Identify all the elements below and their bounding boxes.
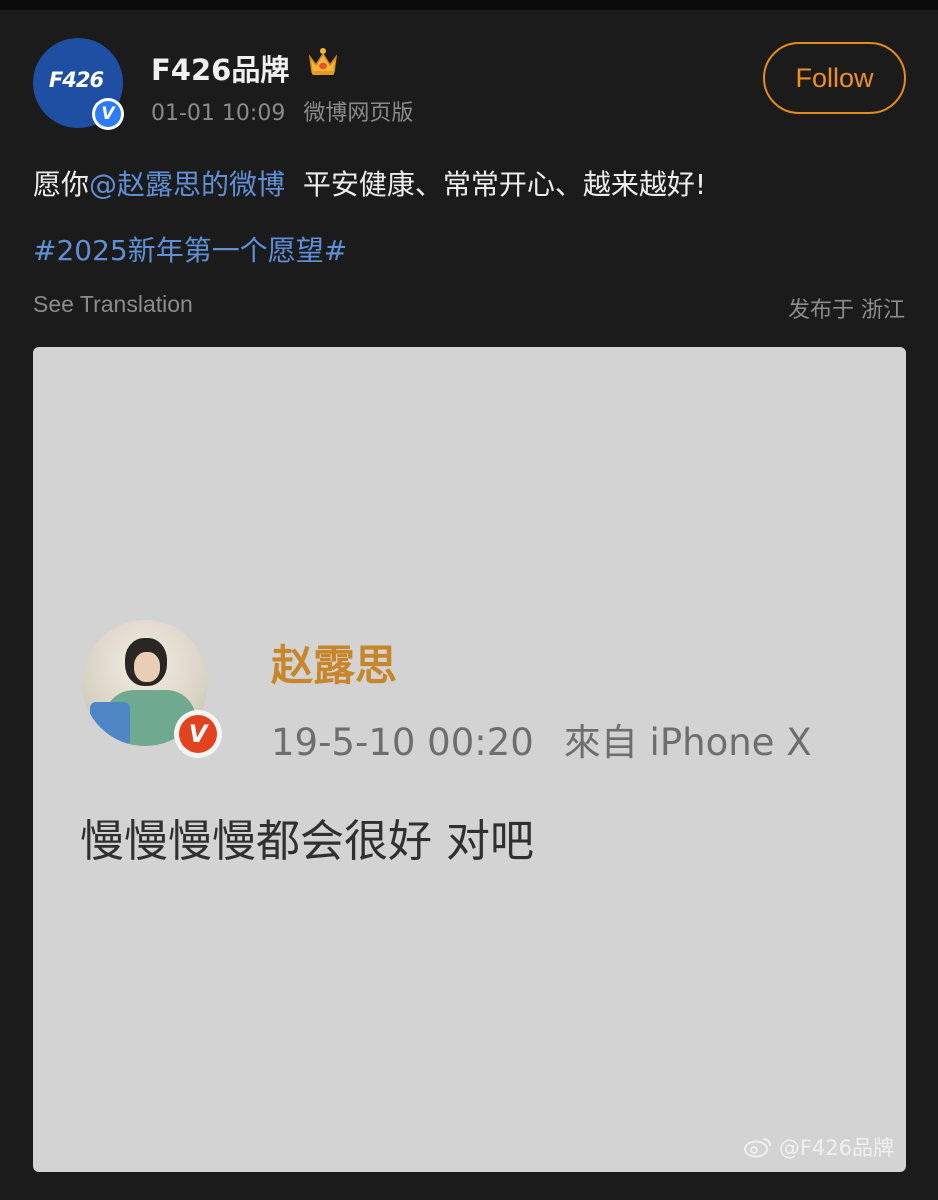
top-bar: [0, 0, 938, 10]
avatar-logo-text: F426: [48, 68, 104, 92]
author-name[interactable]: F426品牌: [151, 47, 289, 89]
post-source: 微博网页版: [303, 101, 414, 126]
verified-mark: V: [95, 101, 121, 127]
weibo-logo-icon: [743, 1138, 771, 1158]
post-text-suffix: 平安健康、常常开心、越来越好!: [285, 168, 707, 201]
embedded-meta: 19-5-10 00:20 來自 iPhone X: [271, 712, 812, 766]
post-text: 愿你@赵露思的微博 平安健康、常常开心、越来越好!: [33, 163, 706, 203]
embedded-verified-mark: V: [179, 715, 217, 753]
post-text-prefix: 愿你: [33, 168, 90, 201]
post-meta: 01-01 10:09 微博网页版: [151, 95, 413, 127]
post-location: 发布于 浙江: [788, 298, 905, 323]
follow-button[interactable]: Follow: [763, 42, 906, 114]
embedded-source: 來自 iPhone X: [563, 721, 812, 764]
verified-icon: V: [92, 98, 124, 130]
embedded-timestamp: 19-5-10 00:20: [271, 721, 534, 764]
embedded-author-name: 赵露思: [271, 641, 398, 690]
embedded-verified-icon: V: [174, 710, 222, 758]
hashtag-link[interactable]: #2025新年第一个愿望#: [33, 229, 347, 269]
see-translation-link[interactable]: See Translation: [33, 291, 193, 318]
post-image[interactable]: V 赵露思 19-5-10 00:20 來自 iPhone X 慢慢慢慢都会很好 …: [33, 347, 906, 1172]
image-watermark: @F426品牌: [743, 1132, 894, 1162]
watermark-text: @F426品牌: [778, 1136, 894, 1160]
post-timestamp: 01-01 10:09: [151, 101, 286, 126]
crown-icon: [308, 48, 338, 75]
mention-link[interactable]: @赵露思的微博: [89, 168, 285, 201]
embedded-post-text: 慢慢慢慢都会很好 对吧: [80, 816, 534, 867]
